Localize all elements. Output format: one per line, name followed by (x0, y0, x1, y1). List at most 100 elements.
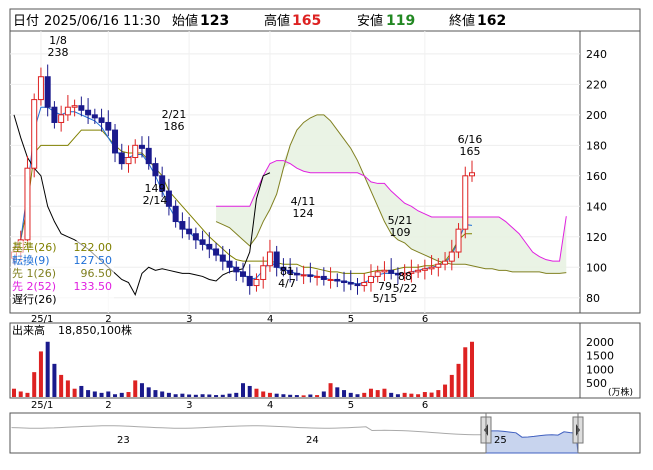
volume-bar-23 (166, 392, 171, 397)
candle-body-47 (327, 278, 334, 281)
navigator-year-1: 24 (306, 435, 319, 446)
x-tick-5: 6 (422, 314, 428, 325)
volume-bar-37 (261, 391, 266, 397)
volume-bar-10 (79, 385, 84, 397)
volume-bar-13 (99, 392, 104, 397)
candle-body-38 (266, 251, 273, 267)
candle-body-62 (428, 266, 435, 270)
legend-label-2: 先 1(26) (12, 267, 56, 280)
candle-body-14 (105, 121, 112, 131)
candle-body-51 (354, 283, 361, 287)
volume-bar-38 (267, 392, 272, 397)
volume-bar-57 (395, 394, 400, 397)
candle-body-13 (98, 117, 105, 123)
open-value: 123 (200, 13, 229, 29)
volume-bar-20 (146, 387, 151, 397)
candle-body-11 (85, 109, 92, 116)
candle-body-15 (112, 129, 119, 154)
annotation-8-second: 165 (460, 145, 481, 158)
legend-value-1: 127.50 (74, 254, 113, 267)
price-tick-100: 100 (586, 261, 607, 274)
low-value: 119 (386, 13, 415, 29)
candle-body-56 (388, 269, 395, 274)
volume-bar-68 (470, 341, 474, 397)
candle-body-45 (314, 275, 321, 278)
candle-body-43 (300, 274, 307, 277)
x-tick-2: 3 (186, 314, 192, 325)
candle-body-17 (125, 157, 132, 165)
volume-bar-25 (180, 393, 185, 397)
volume-bar-19 (139, 383, 144, 397)
volume-bar-2 (25, 392, 30, 397)
volume-bar-15 (113, 394, 118, 397)
candle-body-37 (260, 265, 267, 280)
candle-body-49 (341, 280, 348, 284)
candle-body-46 (320, 275, 327, 280)
volume-bar-59 (409, 393, 414, 397)
candle-body-18 (132, 144, 139, 159)
volume-bar-29 (207, 394, 212, 397)
indicator-legend: 基準(26) 122.00 転換(9) 127.50 先 1(26) 96.50 先 2(5… (11, 240, 114, 311)
price-tick-160: 160 (586, 170, 607, 183)
stock-chart: 日付 2025/06/16 11:30 始値 123 高値 165 安値 119… (9, 8, 641, 454)
candle-body-52 (361, 282, 368, 287)
navigator-year-2: 25 (494, 435, 507, 446)
candle-body-61 (421, 268, 428, 271)
candle-body-12 (91, 114, 98, 119)
volume-unit: (万株) (608, 386, 633, 398)
candle-body-53 (367, 275, 374, 284)
volume-bar-4 (38, 351, 43, 397)
volume-bar-52 (362, 392, 367, 397)
volume-bar-64 (443, 384, 448, 397)
annotation-0-second: 238 (48, 46, 69, 59)
volume-bar-1 (18, 391, 23, 397)
legend-label-1: 転換(9) (12, 254, 50, 267)
candle-body-25 (179, 221, 186, 230)
volume-bar-0 (12, 388, 16, 397)
vol-x-tick-5: 6 (422, 400, 428, 411)
volume-tick-500: 500 (586, 377, 607, 390)
candle-body-66 (455, 228, 462, 253)
vol-x-tick-4: 5 (348, 400, 354, 411)
volume-bar-9 (72, 388, 77, 397)
candle-body-28 (199, 239, 206, 245)
volume-bar-30 (214, 395, 219, 397)
volume-bar-17 (126, 392, 131, 397)
legend-label-0: 基準(26) (12, 240, 57, 254)
volume-bar-60 (416, 394, 421, 397)
legend-value-3: 133.50 (74, 280, 113, 293)
annotation-5-second: 109 (390, 226, 411, 239)
legend-value-2: 96.50 (81, 267, 113, 280)
candle-body-21 (152, 163, 159, 177)
volume-bar-14 (106, 391, 111, 397)
annotation-2-second: 2/14 (143, 194, 168, 207)
high-value: 165 (292, 13, 321, 29)
price-tick-140: 140 (586, 200, 607, 213)
candle-body-6 (51, 106, 58, 123)
high-label: 高値 (264, 13, 290, 29)
volume-bar-67 (463, 347, 468, 397)
volume-tick-1000: 1000 (586, 363, 614, 376)
volume-bar-33 (234, 392, 239, 397)
candle-body-26 (186, 228, 193, 235)
volume-bar-42 (294, 395, 299, 397)
volume-bar-26 (187, 394, 192, 397)
price-tick-200: 200 (586, 109, 607, 122)
vol-x-tick-2: 3 (186, 400, 192, 411)
candle-body-44 (307, 274, 314, 277)
candle-body-65 (448, 251, 455, 262)
candle-body-42 (293, 272, 300, 276)
annotation-4-second: 4/7 (278, 277, 296, 290)
volume-bar-55 (382, 388, 387, 397)
volume-bar-21 (153, 390, 158, 397)
volume-bar-12 (92, 391, 97, 397)
candle-body-20 (145, 147, 152, 165)
price-tick-180: 180 (586, 139, 607, 152)
close-label: 終値 (449, 13, 475, 29)
candle-body-31 (219, 254, 226, 262)
volume-bar-47 (328, 383, 333, 397)
annotation-7-second: 5/22 (393, 282, 418, 295)
volume-bar-50 (348, 392, 353, 397)
x-tick-4: 5 (348, 314, 354, 325)
vol-x-tick-3: 4 (267, 400, 273, 411)
